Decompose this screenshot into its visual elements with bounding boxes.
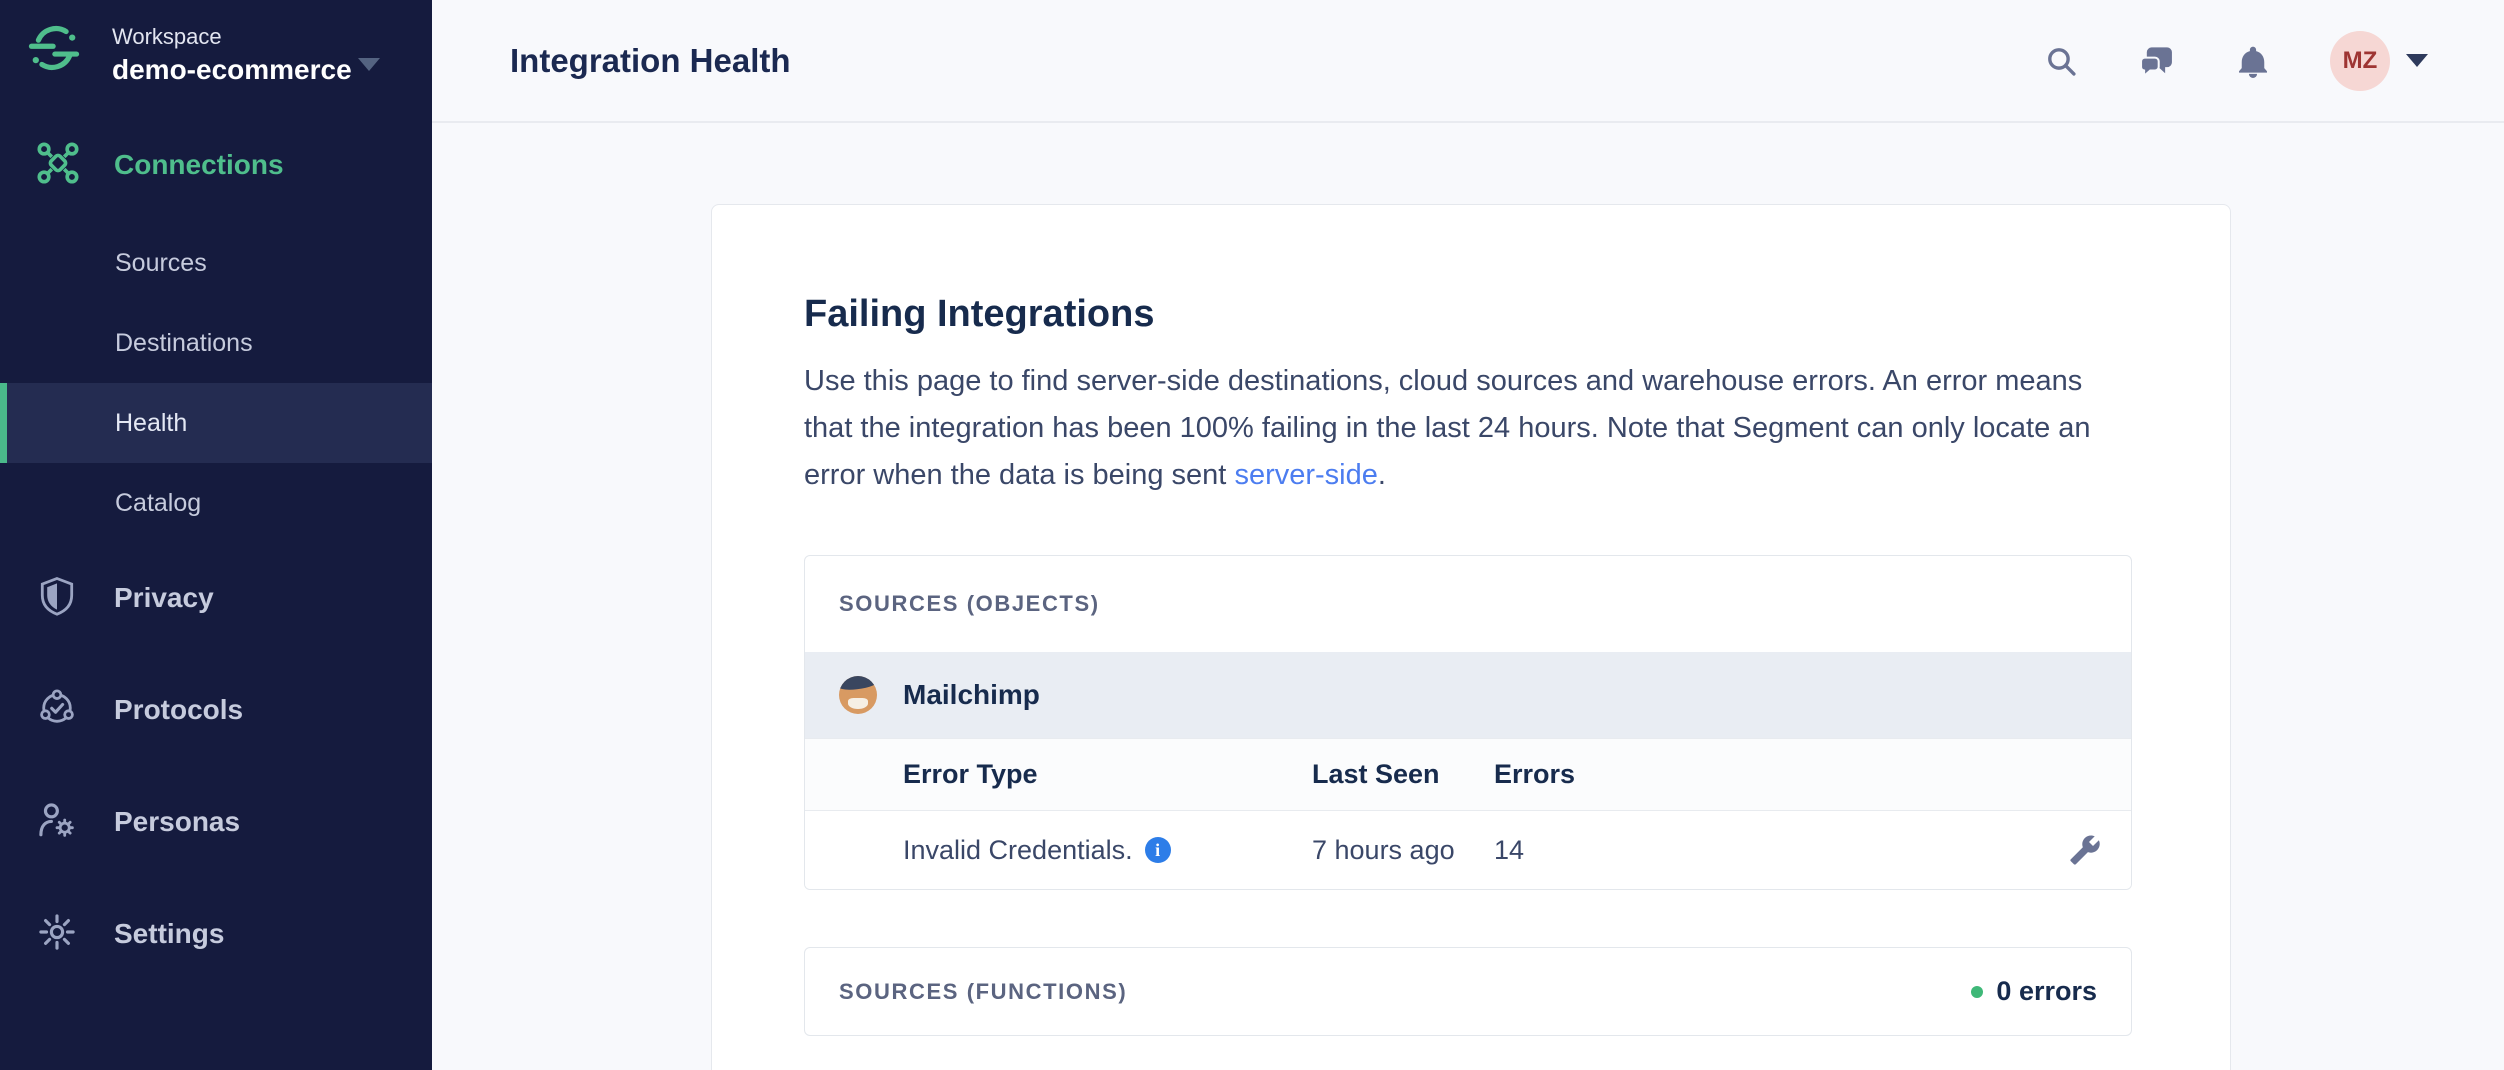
connections-icon (36, 141, 80, 190)
workspace-switcher[interactable]: Workspace demo-ecommerce (28, 22, 408, 88)
main-area: Integration Health (432, 0, 2504, 1070)
sidebar-item-privacy[interactable]: Privacy (0, 542, 432, 654)
protocols-icon (36, 687, 78, 734)
sidebar-item-settings[interactable]: Settings (0, 878, 432, 990)
avatar[interactable]: MZ (2330, 31, 2390, 91)
content: Failing Integrations Use this page to fi… (432, 123, 2504, 1070)
section-label: SOURCES (FUNCTIONS) (839, 979, 1127, 1005)
workspace-name: demo-ecommerce (112, 52, 352, 88)
topbar: Integration Health (432, 0, 2504, 123)
integration-name: Mailchimp (903, 679, 1040, 711)
bell-icon[interactable] (2234, 42, 2272, 80)
gear-icon (36, 911, 78, 958)
column-error-type: Error Type (903, 759, 1312, 790)
connections-subnav: Sources Destinations Health Catalog (0, 223, 432, 543)
sources-objects-card: SOURCES (OBJECTS) Mailchimp Error Type L… (804, 555, 2132, 890)
wrench-icon (2069, 834, 2101, 866)
error-type-value: Invalid Credentials. (903, 835, 1133, 866)
search-icon[interactable] (2042, 42, 2080, 80)
sidebar-item-sources[interactable]: Sources (0, 223, 432, 303)
integration-row-mailchimp[interactable]: Mailchimp (805, 652, 2131, 738)
failing-integrations-card: Failing Integrations Use this page to fi… (711, 204, 2231, 1070)
sidebar-item-catalog[interactable]: Catalog (0, 463, 432, 543)
table-row: Invalid Credentials. i 7 hours ago 14 (805, 811, 2131, 889)
sidebar-item-destinations[interactable]: Destinations (0, 303, 432, 383)
info-icon[interactable]: i (1145, 837, 1171, 863)
sidebar-item-personas[interactable]: Personas (0, 766, 432, 878)
status-text: 0 errors (1996, 976, 2097, 1007)
server-side-link[interactable]: server-side (1234, 459, 1377, 491)
last-seen-value: 7 hours ago (1312, 835, 1494, 866)
sidebar-item-protocols[interactable]: Protocols (0, 654, 432, 766)
column-errors: Errors (1494, 759, 2131, 790)
page-title: Integration Health (510, 42, 791, 80)
connections-label: Connections (114, 149, 284, 181)
fix-button[interactable] (2069, 834, 2101, 866)
sidebar-item-connections[interactable]: Connections (0, 125, 432, 205)
user-menu[interactable]: MZ (2330, 31, 2428, 91)
status-dot-icon (1971, 986, 1983, 998)
app-root: Workspace demo-ecommerce Connections Sou… (0, 0, 2504, 1070)
errors-value: 14 (1494, 835, 2069, 866)
failing-integrations-heading: Failing Integrations (804, 293, 2130, 336)
column-last-seen: Last Seen (1312, 759, 1494, 790)
chat-icon[interactable] (2138, 42, 2176, 80)
chevron-down-icon[interactable] (358, 58, 380, 71)
sidebar: Workspace demo-ecommerce Connections Sou… (0, 0, 432, 1070)
sidebar-item-health[interactable]: Health (0, 383, 432, 463)
sources-objects-header: SOURCES (OBJECTS) (805, 556, 2131, 652)
workspace-label: Workspace (112, 22, 352, 52)
chevron-down-icon[interactable] (2406, 54, 2428, 67)
sidebar-sections: Privacy Protocols (0, 542, 432, 990)
personas-icon (36, 799, 78, 846)
segment-logo-icon (28, 22, 80, 79)
page-description: Use this page to find server-side destin… (804, 358, 2130, 499)
shield-icon (36, 575, 78, 622)
topbar-actions: MZ (2042, 31, 2428, 91)
section-label: SOURCES (OBJECTS) (839, 591, 1100, 617)
table-column-headers: Error Type Last Seen Errors (805, 738, 2131, 811)
sources-functions-card: SOURCES (FUNCTIONS) 0 errors (804, 947, 2132, 1036)
status-badge: 0 errors (1971, 976, 2097, 1007)
mailchimp-avatar-icon (839, 676, 877, 714)
